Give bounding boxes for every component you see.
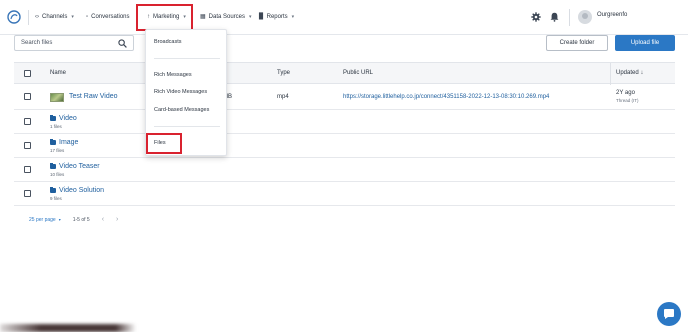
menu-item-card-based-messages[interactable]: Card-based Messages <box>154 107 209 113</box>
folder-file-count: 10 files <box>50 172 65 177</box>
nav-item-label: Channels <box>42 14 68 20</box>
folder-name: Video Solution <box>59 187 105 194</box>
folder-icon <box>50 115 56 121</box>
public-url-link[interactable]: https://storage.littlehelp.co.jp/connect… <box>343 94 549 100</box>
folder-icon <box>50 163 56 169</box>
per-page-select[interactable]: 25 per page <box>29 217 56 223</box>
table-row[interactable]: Video Teaser 10 files <box>14 158 675 182</box>
file-type: mp4 <box>277 94 289 100</box>
folder-link[interactable]: Video <box>50 115 77 122</box>
user-name-fade <box>630 8 688 26</box>
chat-bubble-icon: ▫ <box>86 14 89 20</box>
column-header-name[interactable]: Name <box>50 70 66 76</box>
table-row[interactable]: Video Solution 9 files <box>14 182 675 206</box>
folder-name: Image <box>59 139 79 146</box>
nav-item-label: Conversations <box>91 14 130 20</box>
bar-chart-icon: ▉ <box>259 14 264 20</box>
nav-item-label: Reports <box>266 14 288 20</box>
folder-name: Video Teaser <box>59 163 100 170</box>
folder-file-count: 9 files <box>50 196 62 201</box>
code-brackets-icon: ‹› <box>35 14 39 20</box>
chevron-down-icon: ▾ <box>71 14 74 20</box>
row-checkbox[interactable] <box>24 190 31 197</box>
nav-item-data-sources[interactable]: ▦ Data Sources ▾ <box>200 11 252 24</box>
avatar[interactable] <box>578 10 592 24</box>
row-checkbox[interactable] <box>24 166 31 173</box>
nav-item-label: Data Sources <box>208 14 246 20</box>
folder-link[interactable]: Image <box>50 139 78 146</box>
menu-item-rich-messages[interactable]: Rich Messages <box>154 72 192 78</box>
search-placeholder: Search files <box>21 40 53 46</box>
menu-divider <box>154 126 220 127</box>
marketing-highlight-box <box>136 4 193 31</box>
nav-item-conversations[interactable]: ▫ Conversations <box>86 11 130 24</box>
chevron-down-icon: ▾ <box>249 14 252 20</box>
table-row[interactable]: Test Raw Video MB mp4 https://storage.li… <box>14 84 675 110</box>
folder-file-count: 1 files <box>50 124 62 129</box>
create-folder-button[interactable]: Create folder <box>546 35 608 51</box>
column-header-type[interactable]: Type <box>277 70 290 76</box>
search-input[interactable]: Search files <box>14 35 134 51</box>
header-divider <box>569 9 570 26</box>
menu-divider <box>154 58 220 59</box>
files-highlight-box <box>146 133 182 154</box>
chevron-down-icon: ▾ <box>291 14 295 20</box>
app-logo-icon[interactable] <box>7 10 21 24</box>
nav-divider <box>28 10 29 25</box>
search-icon[interactable] <box>118 39 127 48</box>
row-checkbox[interactable] <box>24 118 31 125</box>
updated-by: Thread (IT) <box>616 98 639 103</box>
updated-time: 2Y ago <box>616 90 635 96</box>
file-name-link[interactable]: Test Raw Video <box>69 93 118 100</box>
nav-item-channels[interactable]: ‹› Channels ▾ <box>35 11 74 24</box>
nav-item-reports[interactable]: ▉ Reports ▾ <box>259 11 294 24</box>
chat-bubble-icon <box>664 309 674 319</box>
chat-widget-button[interactable] <box>657 302 681 326</box>
column-header-public-url: Public URL <box>343 70 374 76</box>
column-header-updated[interactable]: Updated ↓ <box>616 70 643 76</box>
menu-item-rich-video-messages[interactable]: Rich Video Messages <box>154 89 207 95</box>
folder-file-count: 17 files <box>50 148 65 153</box>
horizontal-scrollbar[interactable] <box>0 324 136 332</box>
bell-icon[interactable] <box>550 12 559 22</box>
table-row[interactable]: Image 17 files <box>14 134 675 158</box>
upload-file-button[interactable]: Upload file <box>615 35 675 51</box>
next-page-button[interactable]: › <box>116 216 118 223</box>
folder-link[interactable]: Video Solution <box>50 187 104 194</box>
top-nav-bar: ‹› Channels ▾ ▫ Conversations ↑ Marketin… <box>0 0 688 35</box>
table-row[interactable]: Video 1 files <box>14 110 675 134</box>
prev-page-button[interactable]: ‹ <box>102 216 104 223</box>
files-table: Name Type Public URL Updated ↓ Test Raw … <box>14 62 675 206</box>
row-checkbox[interactable] <box>24 142 31 149</box>
menu-item-broadcasts[interactable]: Broadcasts <box>154 39 182 45</box>
row-checkbox[interactable] <box>24 93 31 100</box>
folder-icon <box>50 187 56 193</box>
column-divider <box>610 63 611 85</box>
user-name[interactable]: Ourgreenfo <box>597 12 627 18</box>
chevron-down-icon[interactable]: ▾ <box>59 217 61 222</box>
folder-icon <box>50 139 56 145</box>
grid-icon: ▦ <box>200 14 206 20</box>
select-all-checkbox[interactable] <box>24 70 31 77</box>
gear-icon[interactable] <box>531 12 541 22</box>
video-thumbnail <box>50 93 64 102</box>
folder-name: Video <box>59 115 77 122</box>
page-range: 1-5 of 5 <box>72 216 90 223</box>
pagination: 25 per page ▾ 1-5 of 5 ‹ › <box>29 216 118 223</box>
table-header: Name Type Public URL Updated ↓ <box>14 62 675 85</box>
folder-link[interactable]: Video Teaser <box>50 163 100 170</box>
